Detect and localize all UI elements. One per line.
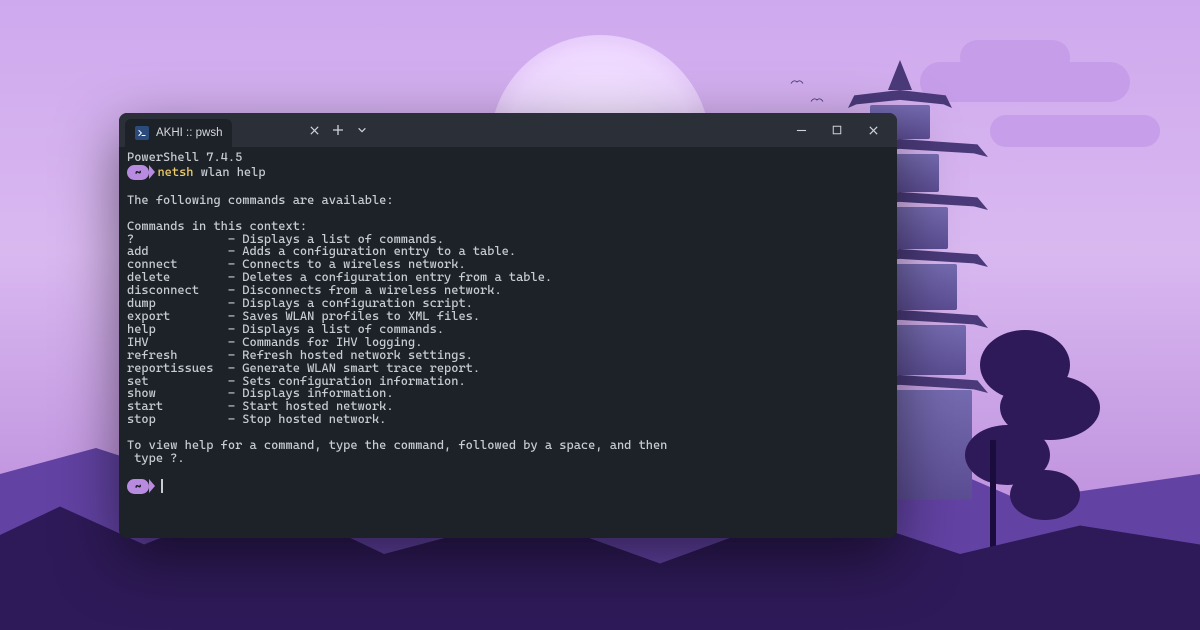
- text-cursor: [161, 479, 163, 493]
- command-list: ? - Displays a list of commands. add - A…: [127, 233, 889, 427]
- prompt-pill: ~: [127, 165, 149, 180]
- tab-active[interactable]: AKHI :: pwsh: [125, 119, 232, 147]
- output-line: To view help for a command, type the com…: [127, 439, 889, 452]
- output-line: [127, 181, 889, 194]
- output-line: PowerShell 7.4.5: [127, 151, 889, 164]
- command-name: netsh: [157, 165, 193, 179]
- output-line: [127, 465, 889, 478]
- new-tab-button[interactable]: [326, 118, 350, 142]
- powershell-icon: [135, 126, 149, 140]
- bird-icon: [790, 72, 804, 78]
- command-args: wlan help: [201, 165, 266, 179]
- output-line: The following commands are available:: [127, 194, 889, 207]
- tab-close-button[interactable]: [302, 118, 326, 142]
- window-maximize-button[interactable]: [819, 116, 855, 144]
- terminal-window: AKHI :: pwsh PowerShell 7.4.5 ~ netsh wl…: [119, 113, 897, 538]
- prompt-pill: ~: [127, 479, 149, 494]
- output-line: type ?.: [127, 452, 889, 465]
- prompt-line: ~ netsh wlan help: [127, 165, 889, 180]
- terminal-body[interactable]: PowerShell 7.4.5 ~ netsh wlan help The f…: [119, 147, 897, 538]
- tab-dropdown-button[interactable]: [350, 118, 374, 142]
- wallpaper-cloud: [990, 115, 1160, 147]
- command-text: netsh wlan help: [157, 166, 265, 179]
- prompt-line[interactable]: ~: [127, 479, 889, 494]
- tab-title: AKHI :: pwsh: [156, 127, 222, 139]
- output-line: Commands in this context:: [127, 220, 889, 233]
- titlebar[interactable]: AKHI :: pwsh: [119, 113, 897, 147]
- wallpaper-tree: [950, 330, 1110, 560]
- bird-icon: [810, 90, 824, 96]
- output-line: [127, 207, 889, 220]
- bird-icon: [795, 105, 809, 111]
- window-minimize-button[interactable]: [783, 116, 819, 144]
- window-close-button[interactable]: [855, 116, 891, 144]
